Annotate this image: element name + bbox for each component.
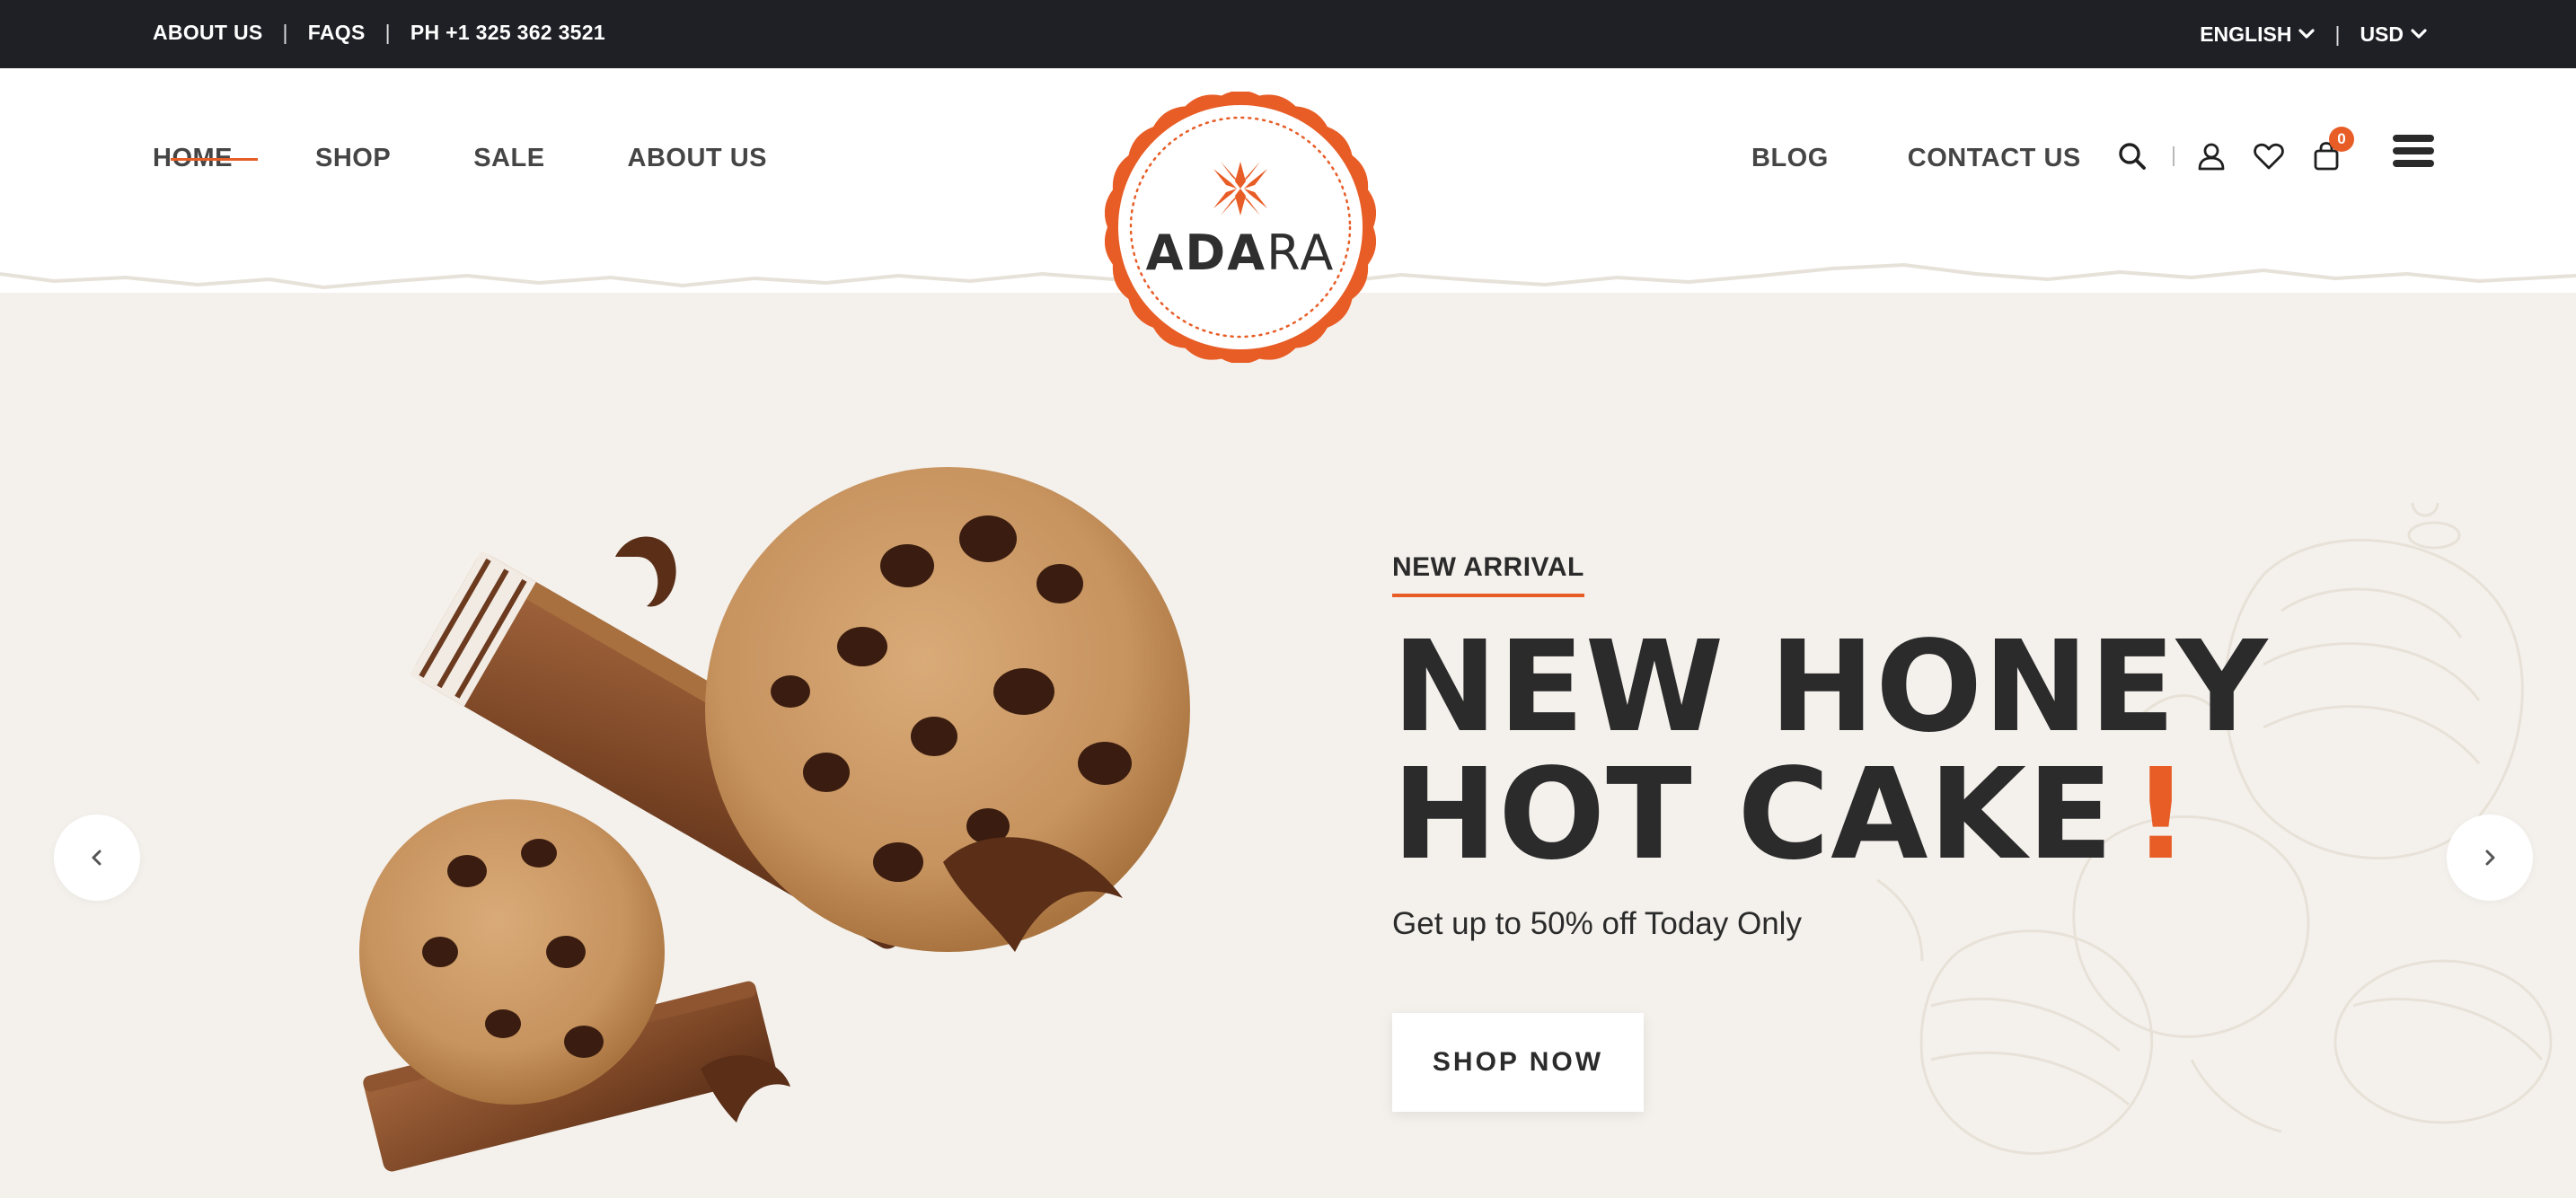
page: ABOUT US | FAQS | PH +1 325 362 3521 ENG…	[0, 0, 2576, 1198]
hero-subtitle: Get up to 50% off Today Only	[1392, 906, 1802, 941]
top-bar-links: ABOUT US | FAQS | PH +1 325 362 3521	[153, 0, 605, 65]
chevron-down-icon	[2411, 29, 2427, 39]
top-bar: ABOUT US | FAQS | PH +1 325 362 3521 ENG…	[0, 0, 2576, 68]
header-icons: 0	[2115, 127, 2354, 173]
language-label: ENGLISH	[2200, 22, 2292, 46]
icon-divider	[2173, 146, 2175, 166]
slider-prev-button[interactable]	[54, 815, 140, 901]
chevron-left-icon	[92, 850, 101, 866]
slider-next-button[interactable]	[2447, 815, 2533, 901]
cart-count-badge: 0	[2329, 127, 2354, 152]
main-nav-right: BLOG CONTACT US	[1751, 144, 2160, 173]
topbar-faqs-link[interactable]: FAQS	[308, 21, 366, 45]
hero-title-mark: !	[2131, 742, 2191, 888]
hero-eyebrow: NEW ARRIVAL	[1392, 552, 1584, 597]
shopping-bag-icon[interactable]: 0	[2309, 127, 2354, 173]
user-icon[interactable]	[2194, 139, 2228, 173]
hero-title-line-1: NEW HONEY	[1392, 614, 2269, 761]
chevron-right-icon	[2485, 850, 2495, 866]
separator: |	[384, 20, 391, 44]
hero-title-line-2: HOT CAKE!	[1392, 742, 2191, 888]
nav-home[interactable]: HOME	[153, 144, 258, 173]
hero-content: NEW ARRIVAL NEW HONEY HOT CAKE! Get up t…	[1392, 552, 2268, 942]
nav-contact-us[interactable]: CONTACT US	[1908, 144, 2081, 173]
logo-wordmark: ADARA	[1145, 225, 1336, 281]
hero-title: NEW HONEY HOT CAKE!	[1392, 624, 2268, 879]
shop-now-button[interactable]: SHOP NOW	[1392, 1013, 1644, 1112]
site-logo[interactable]: ADARA	[1104, 90, 1377, 365]
currency-label: USD	[2360, 22, 2404, 46]
main-nav-left: HOME SHOP SALE ABOUT US	[153, 144, 850, 173]
top-bar-settings: ENGLISH | USD	[2200, 0, 2427, 68]
nav-shop[interactable]: SHOP	[315, 144, 391, 173]
topbar-phone[interactable]: PH +1 325 362 3521	[410, 21, 605, 45]
search-icon[interactable]	[2115, 139, 2149, 173]
nav-about-us[interactable]: ABOUT US	[628, 144, 767, 173]
separator: |	[282, 20, 288, 44]
language-dropdown[interactable]: ENGLISH	[2200, 22, 2316, 47]
topbar-about-link[interactable]: ABOUT US	[153, 21, 263, 45]
chevron-down-icon	[2298, 29, 2316, 39]
cookies-and-chocolate-bars-image	[359, 467, 1190, 1172]
currency-dropdown[interactable]: USD	[2360, 22, 2427, 47]
menu-icon[interactable]	[2393, 135, 2434, 172]
separator: |	[2334, 22, 2341, 46]
heart-icon[interactable]	[2252, 139, 2286, 173]
nav-sale[interactable]: SALE	[473, 144, 544, 173]
nav-blog[interactable]: BLOG	[1751, 144, 1829, 173]
